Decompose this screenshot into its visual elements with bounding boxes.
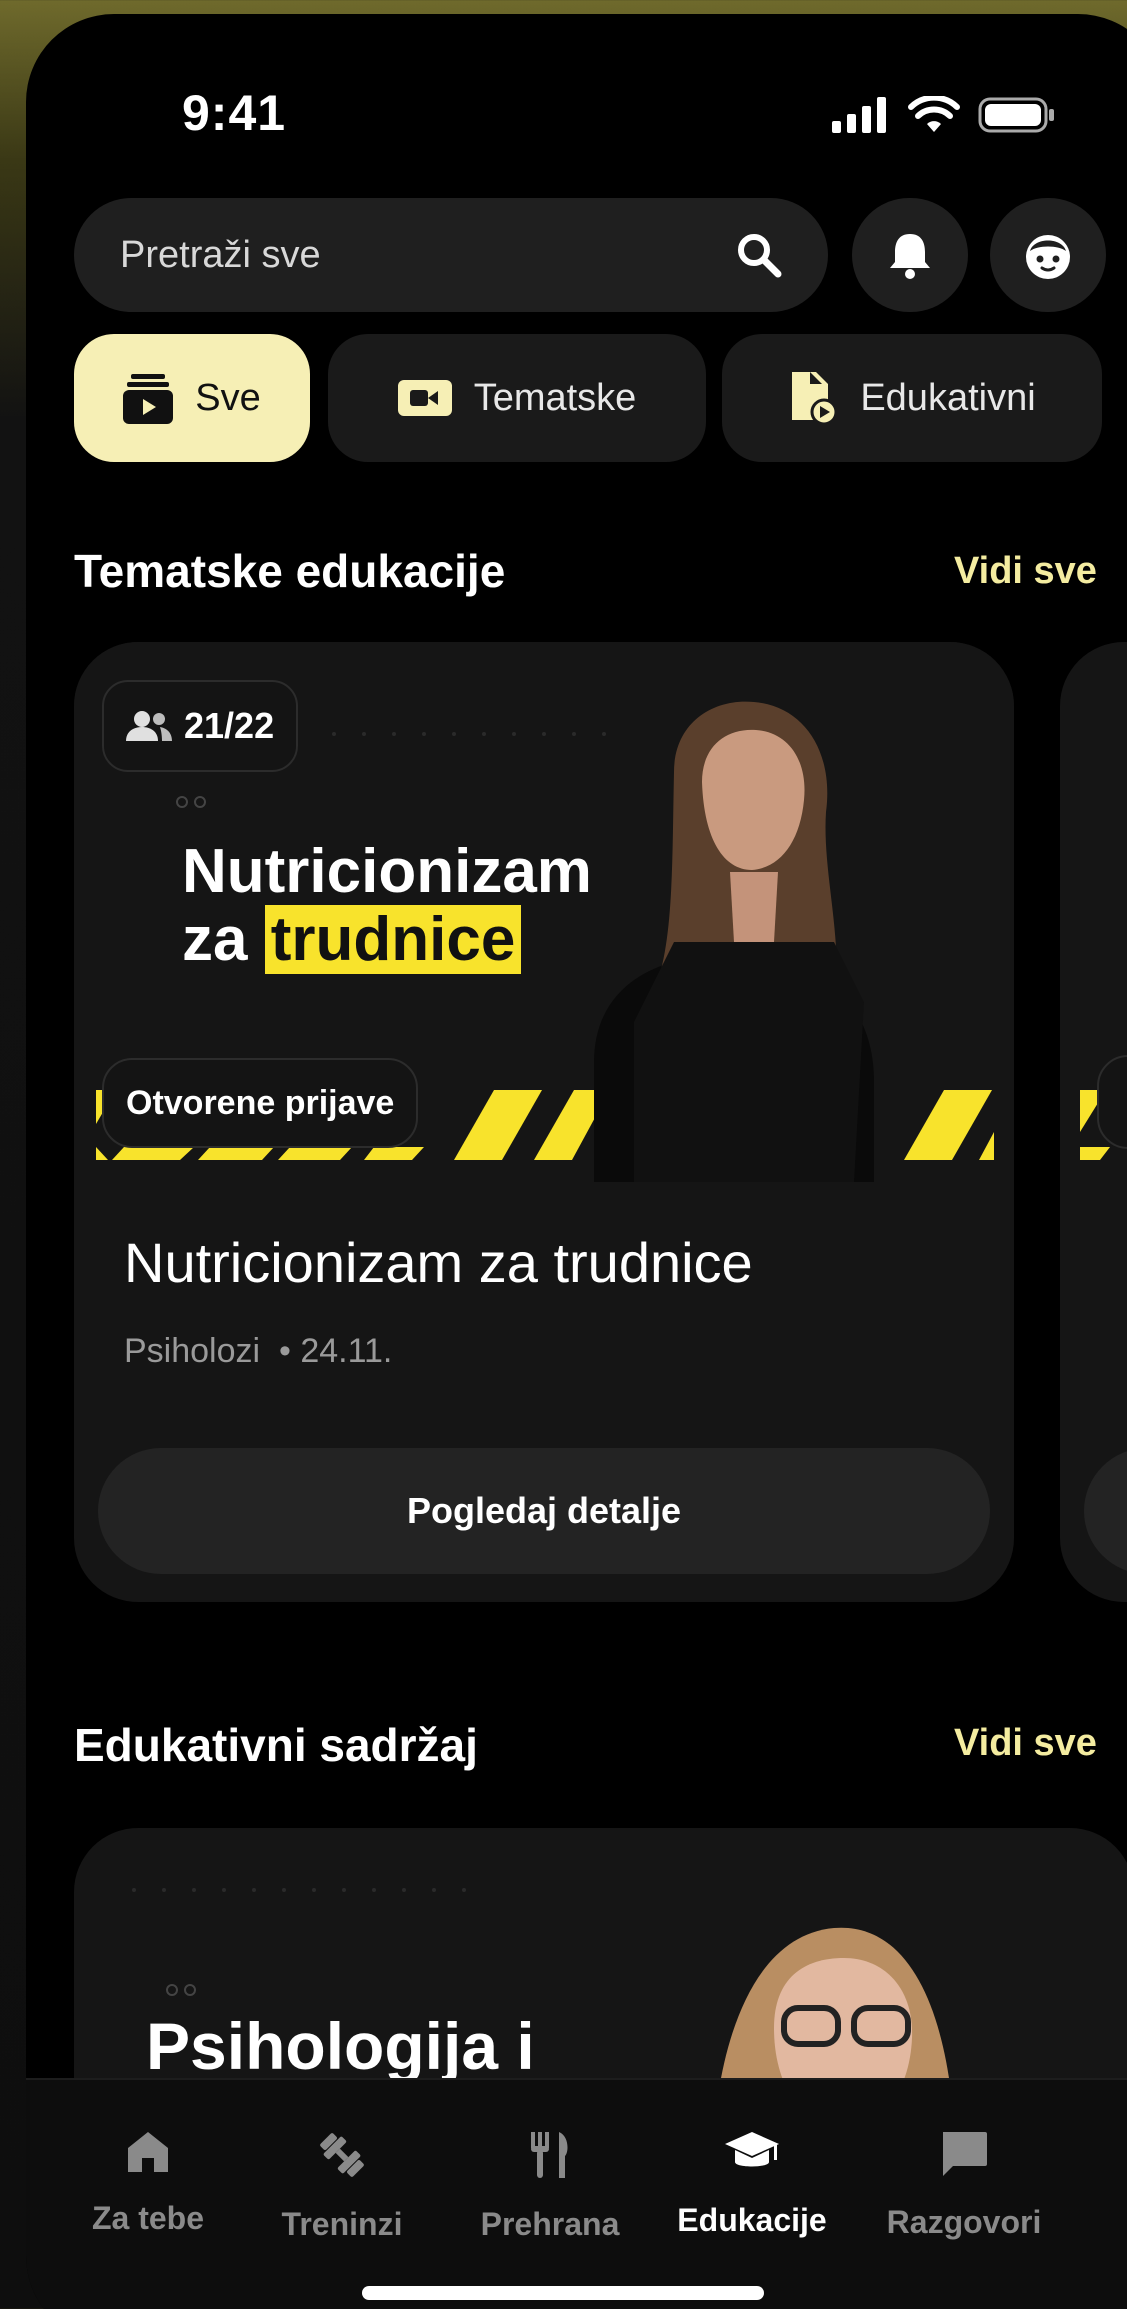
tab-label: Edukativni — [860, 376, 1036, 419]
battery-icon — [978, 97, 1054, 133]
fork-knife-icon — [531, 2132, 568, 2178]
nav-label: Treninzi — [281, 2206, 403, 2242]
wifi-icon — [908, 96, 960, 132]
banner-line1: Nutricionizam — [182, 837, 592, 906]
nav-item-treninzi[interactable]: Treninzi — [242, 2130, 442, 2243]
bottom-navigation: Za tebe Treninzi Prehrana Edukacije Razg… — [26, 2078, 1127, 2309]
thematic-card-peek[interactable] — [1060, 642, 1127, 1602]
home-icon — [128, 2132, 168, 2172]
signal-icon — [832, 97, 886, 133]
users-icon — [126, 711, 172, 741]
card-meta: Psiholozi • 24.11. — [124, 1332, 392, 1371]
participants-badge: 21/22 — [102, 680, 299, 772]
status-time: 9:41 — [182, 85, 287, 141]
educational-banner-headline: Psihologija i — [146, 2009, 535, 2083]
view-details-button[interactable]: Pogledaj detalje — [98, 1448, 990, 1574]
bell-icon — [890, 234, 930, 279]
tab-tematske[interactable]: Tematske — [328, 334, 706, 462]
view-details-label: Pogledaj detalje — [406, 1490, 682, 1531]
graduation-cap-icon — [725, 2132, 779, 2167]
video-icon — [397, 380, 452, 416]
nav-item-razgovori[interactable]: Razgovori — [864, 2130, 1064, 2241]
status-badge: Otvorene prijave — [102, 1058, 419, 1148]
nav-label: Razgovori — [886, 2204, 1042, 2240]
status-icons — [832, 96, 1056, 134]
dumbbell-icon — [320, 2133, 364, 2177]
profile-button[interactable] — [990, 198, 1106, 312]
nav-label: Edukacije — [677, 2202, 827, 2238]
baby-face-icon — [1026, 235, 1070, 279]
peek-artwork — [1080, 1055, 1127, 1571]
status-bar: 9:41 — [26, 14, 1127, 204]
phone-screen: 9:41 Pretraži sve Sve Tematske Edukativn… — [26, 14, 1127, 2309]
banner-line2-highlight: trudnice — [264, 905, 522, 974]
meta-separator: • — [269, 1332, 301, 1370]
tab-label: Tematske — [473, 376, 637, 419]
thematic-card[interactable]: 21/22 Nutricionizam za trudnice Otvorene… — [74, 642, 1014, 1602]
status-badge-label: Otvorene prijave — [126, 1083, 395, 1122]
tab-sve[interactable]: Sve — [74, 334, 310, 462]
see-all-educational-link[interactable]: Vidi sve — [954, 1722, 1097, 1765]
banner-headline: Nutricionizam za trudnice — [182, 838, 592, 974]
card-category: Psiholozi — [124, 1332, 261, 1370]
card-title: Nutricionizam za trudnice — [124, 1231, 753, 1294]
nav-item-prehrana[interactable]: Prehrana — [450, 2130, 650, 2243]
search-icon[interactable] — [736, 232, 782, 278]
card-date: 24.11. — [300, 1332, 393, 1370]
nav-item-edukacije[interactable]: Edukacije — [652, 2130, 852, 2239]
nav-label: Prehrana — [480, 2206, 620, 2242]
nav-item-za-tebe[interactable]: Za tebe — [48, 2130, 248, 2237]
search-placeholder[interactable]: Pretraži sve — [120, 234, 736, 277]
section-title-thematic: Tematske edukacije — [74, 545, 506, 597]
nav-label: Za tebe — [91, 2200, 205, 2236]
card-banner: 21/22 Nutricionizam za trudnice Otvorene… — [74, 642, 1014, 1182]
doc-play-icon — [792, 372, 838, 426]
tab-label: Sve — [195, 376, 261, 419]
participants-count: 21/22 — [184, 705, 275, 746]
chat-icon — [943, 2132, 987, 2176]
see-all-thematic-link[interactable]: Vidi sve — [954, 550, 1097, 593]
play-stack-icon — [123, 374, 174, 424]
home-indicator[interactable] — [362, 2286, 764, 2300]
notifications-button[interactable] — [852, 198, 968, 312]
banner-line2-prefix: za — [182, 905, 248, 974]
tab-edukativni[interactable]: Edukativni — [722, 334, 1102, 462]
search-bar[interactable]: Pretraži sve — [74, 198, 828, 312]
section-title-educational: Edukativni sadržaj — [74, 1719, 478, 1771]
